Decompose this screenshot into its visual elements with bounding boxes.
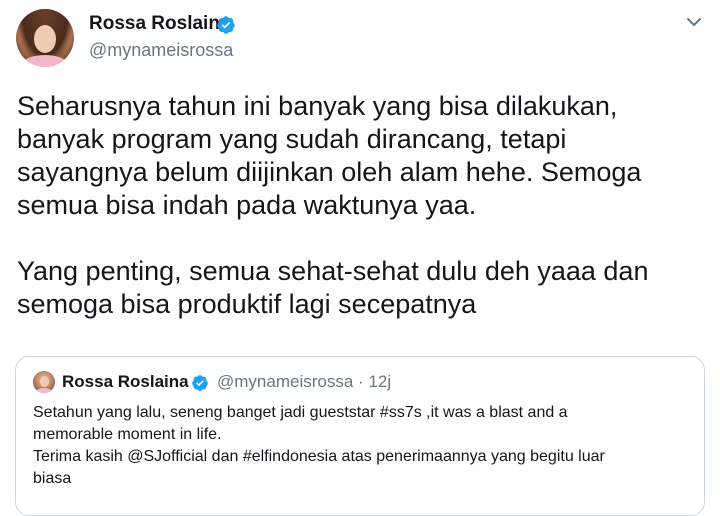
quoted-author-meta: @mynameisrossa · 12j bbox=[217, 372, 391, 392]
author-avatar[interactable] bbox=[16, 9, 74, 67]
quoted-avatar-shirt bbox=[36, 388, 52, 393]
quoted-tweet-card[interactable]: Rossa Roslaina @mynameisrossa · 12j Seta… bbox=[15, 356, 705, 516]
quoted-tweet-text: Setahun yang lalu, seneng banget jadi gu… bbox=[33, 404, 605, 487]
chevron-down-icon[interactable] bbox=[684, 12, 704, 32]
quoted-timestamp: 12j bbox=[368, 372, 392, 391]
quoted-author-handle: @mynameisrossa bbox=[217, 372, 354, 391]
quoted-avatar-face bbox=[40, 376, 49, 387]
author-display-name[interactable]: Rossa Roslaina bbox=[89, 13, 231, 35]
tweet-header: Rossa Roslaina @mynameisrossa bbox=[0, 0, 720, 80]
avatar-face bbox=[34, 25, 56, 53]
tweet-body-text: Seharusnya tahun ini banyak yang bisa di… bbox=[17, 91, 649, 319]
quoted-meta-separator: · bbox=[358, 372, 364, 391]
author-handle[interactable]: @mynameisrossa bbox=[89, 40, 233, 61]
quoted-author-display-name: Rossa Roslaina bbox=[62, 372, 189, 391]
verified-badge-icon bbox=[217, 16, 235, 34]
quoted-author-avatar bbox=[33, 371, 55, 393]
quoted-verified-badge-icon bbox=[192, 375, 208, 391]
